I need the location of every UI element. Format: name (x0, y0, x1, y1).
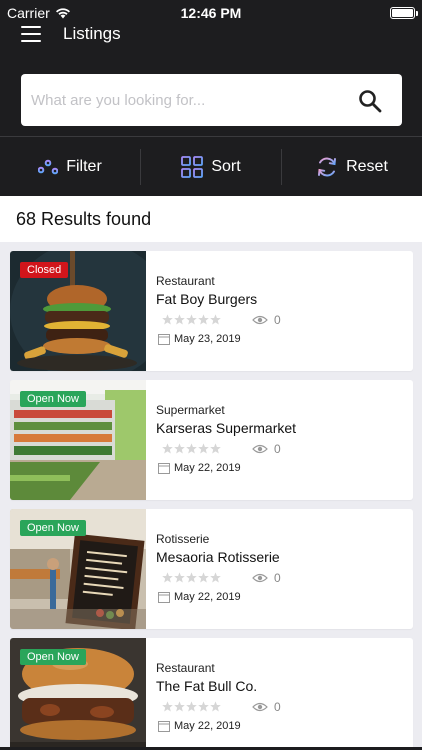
star-icon (210, 314, 221, 325)
star-icon (210, 701, 221, 712)
view-count: 0 (252, 571, 281, 585)
star-icon (198, 443, 209, 454)
star-icon (174, 443, 185, 454)
calendar-icon (158, 591, 170, 603)
star-icon (174, 701, 185, 712)
status-badge: Open Now (20, 391, 86, 407)
search-input[interactable] (31, 74, 351, 126)
burger-photo: Closed (10, 251, 146, 371)
rating-stars (162, 314, 221, 325)
search-icon[interactable] (358, 89, 382, 113)
status-badge: Open Now (20, 520, 86, 536)
listing-date-value: May 22, 2019 (174, 462, 241, 474)
rating-stars (162, 572, 221, 583)
rating-stars (162, 443, 221, 454)
rotisserie-photo: Open Now (10, 509, 146, 629)
listing-date-value: May 22, 2019 (174, 720, 241, 732)
results-count: 68 Results found (0, 196, 422, 242)
star-icon (174, 314, 185, 325)
star-icon (162, 314, 173, 325)
sliders-icon (38, 155, 59, 178)
status-badge: Closed (20, 262, 69, 278)
grid-sort-icon (181, 155, 204, 178)
listing-card[interactable]: Open Now Restaurant The Fat Bull Co. 0 M… (10, 638, 413, 750)
listing-date-value: May 23, 2019 (174, 333, 241, 345)
listing-date: May 23, 2019 (158, 333, 241, 345)
reset-button[interactable]: Reset (282, 137, 422, 196)
calendar-icon (158, 720, 170, 732)
star-icon (162, 572, 173, 583)
star-icon (162, 701, 173, 712)
listing-date: May 22, 2019 (158, 720, 241, 732)
results-text: 68 Results found (16, 209, 152, 229)
listing-name: Fat Boy Burgers (156, 291, 258, 307)
view-count-value: 0 (274, 313, 281, 327)
star-icon (186, 572, 197, 583)
eye-icon (252, 315, 268, 325)
reset-label: Reset (346, 157, 388, 175)
calendar-icon (158, 333, 170, 345)
view-count: 0 (252, 313, 281, 327)
sort-label: Sort (211, 157, 241, 175)
eye-icon (252, 444, 268, 454)
view-count-value: 0 (274, 571, 281, 585)
header: Carrier 12:46 PM Listings What are you l… (0, 0, 422, 196)
listing-category: Rotisserie (156, 532, 210, 546)
search-bar (21, 74, 402, 126)
star-icon (174, 572, 185, 583)
listing-date: May 22, 2019 (158, 591, 241, 603)
view-count: 0 (252, 700, 281, 714)
star-icon (198, 314, 209, 325)
filter-button[interactable]: Filter (0, 137, 140, 196)
listing-card[interactable]: Open Now Supermarket Karseras Supermarke… (10, 380, 413, 500)
star-icon (210, 443, 221, 454)
listing-info: Restaurant Fat Boy Burgers 0 May 23, 201… (156, 251, 413, 371)
view-count: 0 (252, 442, 281, 456)
listing-info: Restaurant The Fat Bull Co. 0 May 22, 20… (156, 638, 413, 750)
page-title: Listings (63, 24, 121, 43)
star-icon (198, 701, 209, 712)
star-icon (186, 314, 197, 325)
sort-button[interactable]: Sort (141, 137, 281, 196)
eye-icon (252, 573, 268, 583)
star-icon (186, 701, 197, 712)
listing-category: Restaurant (156, 274, 215, 288)
listing-date: May 22, 2019 (158, 462, 241, 474)
status-badge: Open Now (20, 649, 86, 665)
listing-name: The Fat Bull Co. (156, 678, 258, 694)
view-count-value: 0 (274, 442, 281, 456)
navbar: Listings (0, 18, 422, 48)
hamburger-menu-icon[interactable] (21, 26, 41, 42)
listing-card[interactable]: Closed Restaurant Fat Boy Burgers 0 May … (10, 251, 413, 371)
star-icon (210, 572, 221, 583)
view-count-value: 0 (274, 700, 281, 714)
listing-info: Rotisserie Mesaoria Rotisserie 0 May 22,… (156, 509, 413, 629)
listing-date-value: May 22, 2019 (174, 591, 241, 603)
refresh-icon (318, 157, 337, 176)
filter-label: Filter (66, 157, 102, 175)
action-bar: Filter Sort Reset (0, 137, 422, 196)
listing-card[interactable]: Open Now Rotisserie Mesaoria Rotisserie … (10, 509, 413, 629)
star-icon (162, 443, 173, 454)
listing-name: Karseras Supermarket (156, 420, 297, 436)
star-icon (198, 572, 209, 583)
burger-photo-2: Open Now (10, 638, 146, 750)
calendar-icon (158, 462, 170, 474)
listing-name: Mesaoria Rotisserie (156, 549, 280, 565)
eye-icon (252, 702, 268, 712)
listing-category: Restaurant (156, 661, 215, 675)
star-icon (186, 443, 197, 454)
listing-info: Supermarket Karseras Supermarket 0 May 2… (156, 380, 413, 500)
supermarket-photo: Open Now (10, 380, 146, 500)
rating-stars (162, 701, 221, 712)
listing-category: Supermarket (156, 403, 225, 417)
